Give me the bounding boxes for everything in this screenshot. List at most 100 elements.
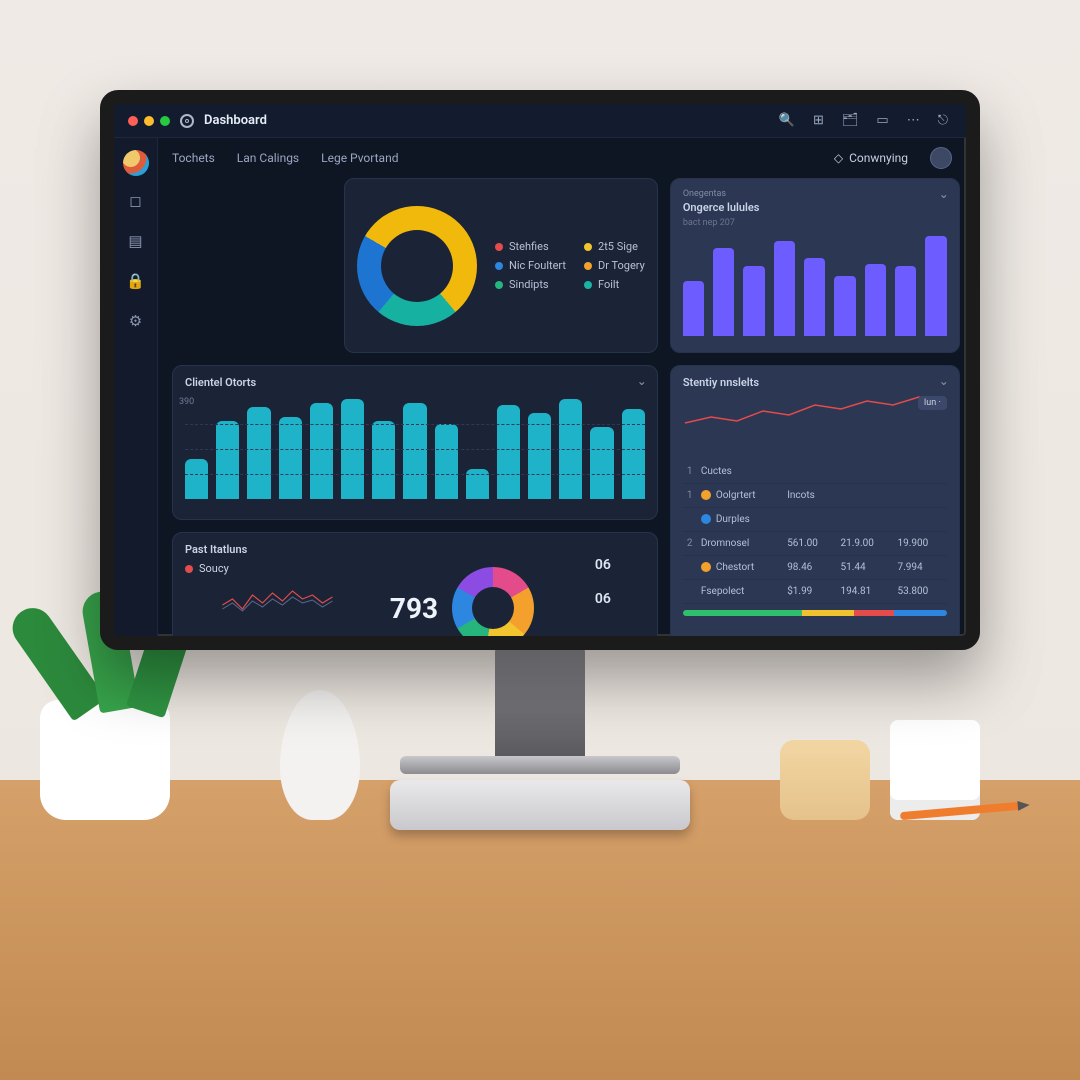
tab-1[interactable]: Lan Calings	[237, 151, 299, 165]
gear-icon[interactable]: ⚙	[123, 306, 148, 336]
card-icon[interactable]: ▭	[872, 110, 892, 131]
donut-chart	[357, 206, 477, 326]
legend-label: Foilt	[598, 278, 619, 291]
dot-icon	[584, 243, 592, 251]
top-right-link[interactable]: ◇ Conwnying	[834, 151, 908, 165]
app-title: Dashboard	[204, 113, 267, 128]
profile-chip[interactable]	[930, 147, 952, 169]
window-titlebar: Dashboard 🔍 ⊞ 🗂 ▭ ⋯ ⎋	[114, 104, 966, 138]
table-row: 1OolgrtertIncots	[683, 484, 947, 508]
stats-badge[interactable]: Iun ·	[918, 396, 947, 410]
purple-bar-chart	[683, 236, 947, 336]
ratios-big-number-1: 793	[390, 592, 438, 625]
tag-icon: ◇	[834, 151, 843, 165]
bar	[403, 403, 426, 499]
bar	[743, 266, 764, 336]
tab-2[interactable]: Lege Pvortand	[321, 151, 398, 165]
bar	[683, 281, 704, 336]
user-icon[interactable]: ◻	[123, 186, 147, 216]
ratios-sparkline	[185, 581, 380, 617]
ratios-title: Past Itatluns	[185, 543, 380, 556]
minimize-icon[interactable]	[144, 116, 154, 126]
close-icon[interactable]	[128, 116, 138, 126]
stats-card: ⌄ Stentiy nnslelts Iun · 1Cuctes1Oolgrte…	[670, 365, 960, 636]
top-right-link-label: Conwnying	[849, 151, 908, 165]
bar	[497, 405, 520, 499]
teal-bar-card: ⌄ Clientel Otorts 390	[172, 365, 658, 520]
bar	[895, 266, 916, 336]
ratios-label: Soucy	[199, 562, 229, 575]
nav-rail: ◻ ▤ 🔒 ⚙	[114, 138, 158, 636]
bar	[590, 427, 613, 499]
window-controls[interactable]	[128, 116, 170, 126]
avatar[interactable]	[123, 150, 149, 176]
stats-sparkline	[683, 393, 947, 433]
bar	[804, 258, 825, 336]
ratios-big-number-2: 06	[595, 591, 611, 607]
lock-icon[interactable]: 🔒	[120, 266, 151, 296]
top-tabs: Tochets Lan Calings Lege Pvortand ◇ Conw…	[172, 138, 952, 178]
maximize-icon[interactable]	[160, 116, 170, 126]
bar	[834, 276, 855, 336]
legend-item: Nic Foultert	[495, 259, 566, 272]
bar	[310, 403, 333, 499]
legend-item: Stehfies	[495, 240, 566, 253]
legend-item: Foilt	[584, 278, 645, 291]
y-axis-label: 390	[179, 397, 194, 407]
legend-label: Nic Foultert	[509, 259, 566, 272]
avatar-face-icon	[393, 242, 441, 290]
swatch-icon	[701, 514, 711, 524]
power-icon[interactable]: ⎋	[934, 110, 952, 131]
apps-icon[interactable]: ⊞	[809, 110, 828, 131]
purple-pretitle: Onegentas	[683, 189, 947, 199]
legend-label: Dr Togery	[598, 259, 645, 272]
bar	[774, 241, 795, 336]
bar	[925, 236, 946, 336]
progress-segment	[854, 610, 894, 616]
bar	[372, 421, 395, 499]
bar	[622, 409, 645, 499]
inbox-icon[interactable]: ▤	[122, 226, 148, 256]
expand-icon[interactable]: ⌄	[939, 187, 949, 201]
purple-title: Ongerce lulules	[683, 201, 947, 214]
stats-title: Stentiy nnslelts	[683, 376, 947, 389]
swatch-icon	[701, 490, 711, 500]
table-row: 2Dromnosel561.0021.9.0019.900	[683, 532, 947, 556]
dot-icon	[584, 262, 592, 270]
progress-segment	[894, 610, 947, 616]
donut-legend: Stehfies 2t5 Sige Nic Foultert Dr Togery Sin…	[495, 240, 645, 291]
stats-progress	[683, 610, 947, 616]
expand-icon[interactable]: ⌄	[637, 374, 647, 388]
ratios-pct-1: 06	[595, 557, 611, 573]
bar	[713, 248, 734, 336]
tab-0[interactable]: Tochets	[172, 151, 215, 165]
dot-icon	[584, 281, 592, 289]
dot-icon	[495, 262, 503, 270]
progress-segment	[683, 610, 802, 616]
progress-segment	[802, 610, 855, 616]
table-row: Fsepolect$1.99194.8153.800	[683, 580, 947, 604]
legend-label: 2t5 Sige	[598, 240, 638, 253]
more-icon[interactable]: ⋯	[903, 110, 924, 131]
app-logo-icon	[180, 114, 194, 128]
table-row: 1Cuctes	[683, 460, 947, 484]
expand-icon[interactable]: ⌄	[939, 374, 949, 388]
briefcase-icon[interactable]: 🗂	[838, 110, 863, 131]
bar	[216, 421, 239, 499]
bar	[865, 264, 886, 336]
teal-title: Clientel Otorts	[185, 376, 645, 389]
dot-icon	[495, 243, 503, 251]
purple-bar-card: ⌄ Onegentas Ongerce lulules bact nep 207	[670, 178, 960, 353]
bar	[247, 407, 270, 499]
ratios-ring-chart	[452, 567, 534, 637]
table-row: Durples	[683, 508, 947, 532]
legend-item: Dr Togery	[584, 259, 645, 272]
bar	[528, 413, 551, 499]
search-icon[interactable]: 🔍	[775, 110, 799, 131]
teal-bar-chart: 390	[185, 399, 645, 499]
purple-subtitle: bact nep 207	[683, 218, 947, 228]
legend-item: Sindipts	[495, 278, 566, 291]
table-row: Chestort98.4651.447.994	[683, 556, 947, 580]
ratios-card: Past Itatluns Soucy	[172, 532, 658, 636]
bar	[185, 459, 208, 499]
